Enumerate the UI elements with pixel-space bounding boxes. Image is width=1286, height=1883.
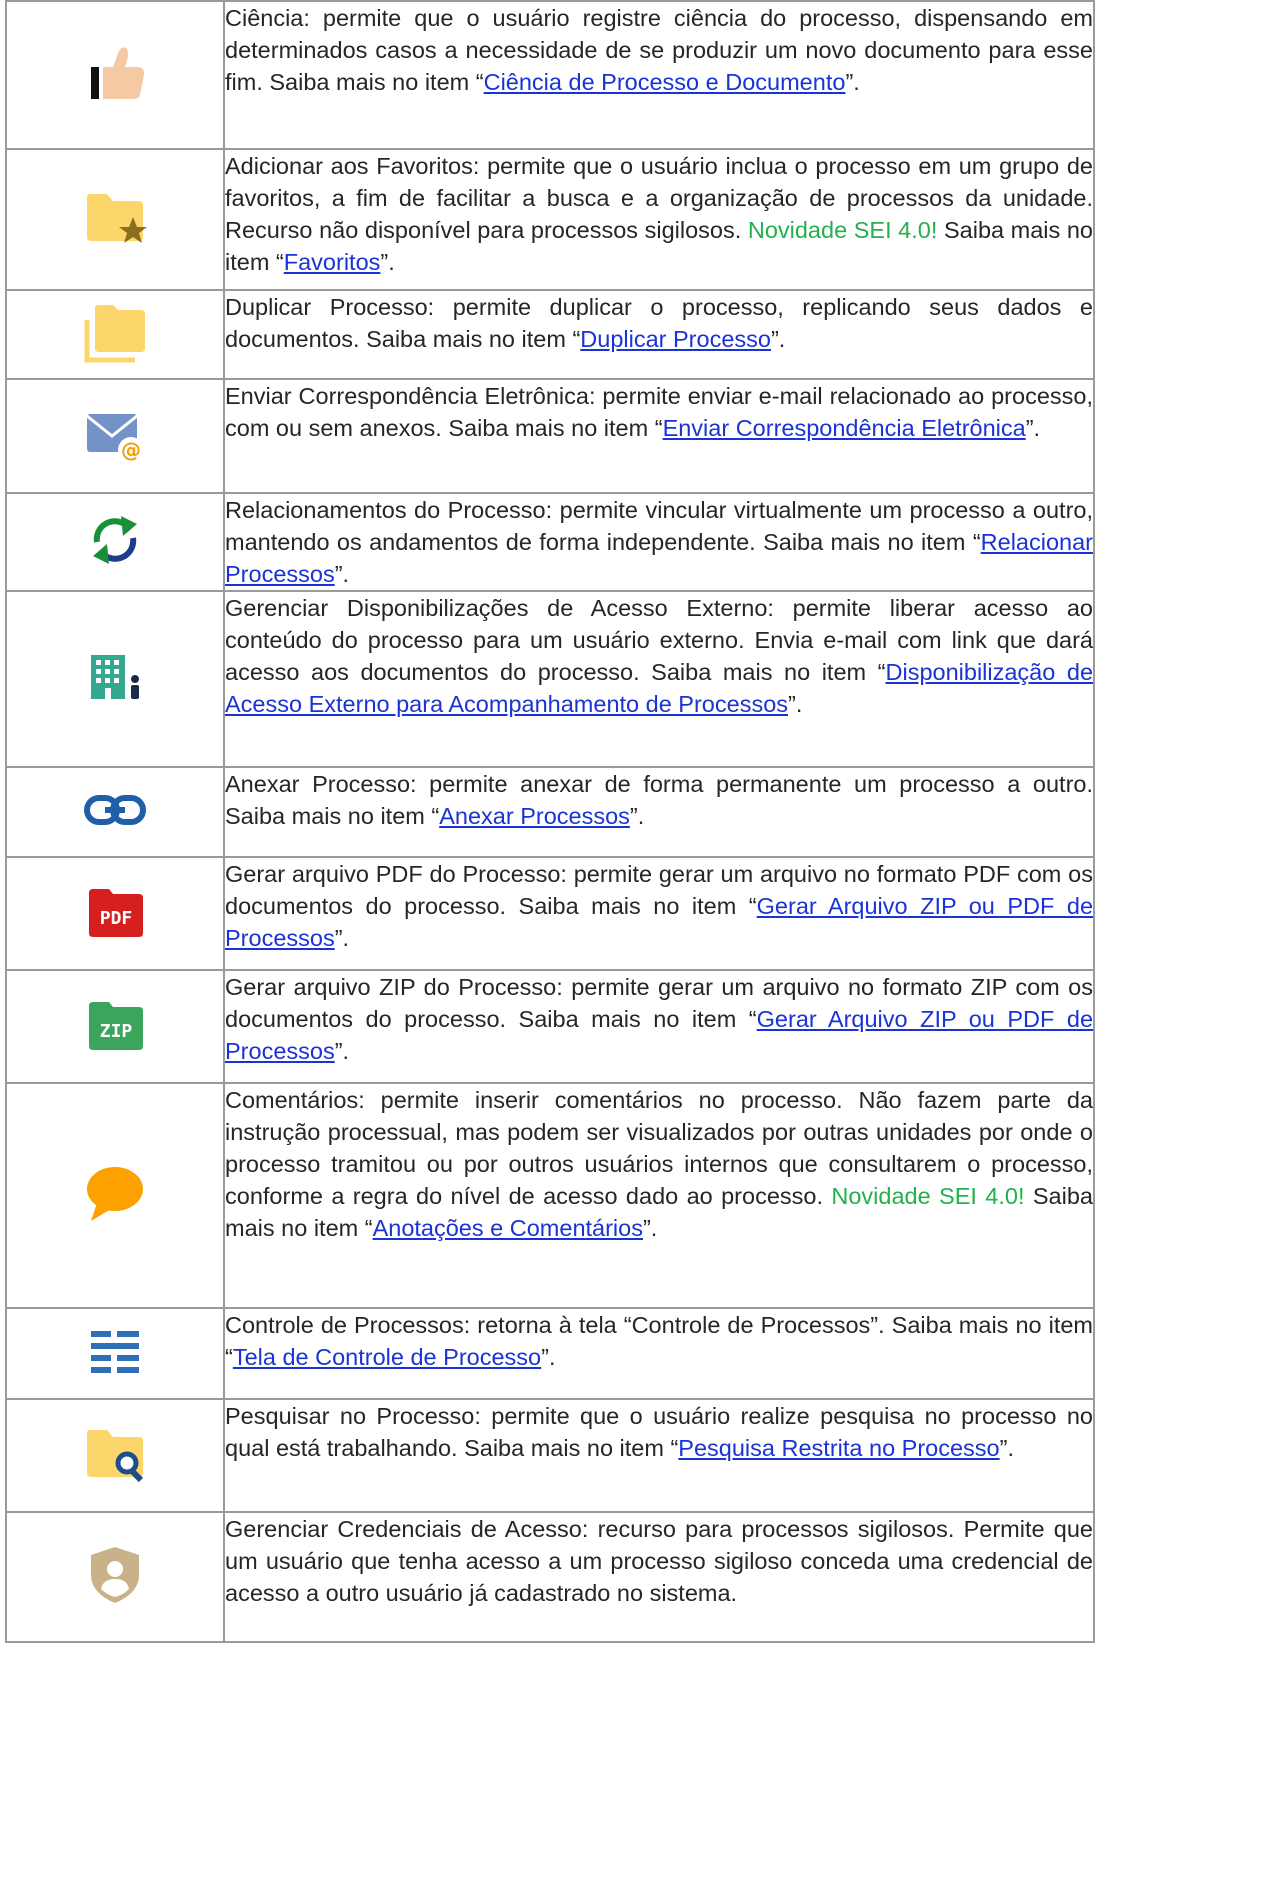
link-icon[interactable] [83,778,147,847]
description-text-end: ”. [845,69,860,95]
table-row: Relacionamentos do Processo: permite vin… [5,492,1095,592]
description-text-end: ”. [380,249,395,275]
building-person-icon[interactable] [83,645,147,714]
zip-file-label: ZIP [100,1021,133,1042]
table-row: Pesquisar no Processo: permite que o usu… [5,1398,1095,1513]
thumbs-up-icon[interactable] [83,41,147,110]
description-cell: Adicionar aos Favoritos: permite que o u… [223,148,1095,291]
folder-search-icon[interactable] [83,1421,147,1490]
description-text-end: ”. [629,803,645,829]
icon-cell: ZIP [5,969,225,1084]
table-row: Anexar Processo: permite anexar de forma… [5,766,1095,858]
list-lines-icon[interactable] [83,1319,147,1388]
zip-file-icon[interactable]: ZIP [83,992,147,1061]
description-cell: Anexar Processo: permite anexar de forma… [223,766,1095,858]
help-link[interactable]: Favoritos [284,249,381,275]
folder-star-icon[interactable] [83,185,147,254]
description-cell: Comentários: permite inserir comentários… [223,1082,1095,1309]
icon-cell [5,1511,225,1643]
table-row: ZIP Gerar arquivo ZIP do Processo: permi… [5,969,1095,1084]
description-text-end: ”. [334,1038,350,1064]
help-link[interactable]: Duplicar Processo [580,326,771,352]
icon-cell: @ [5,378,225,494]
description-text-end: ”. [1025,415,1041,441]
description-cell: Duplicar Processo: permite duplicar o pr… [223,289,1095,380]
description-text-end: ”. [541,1344,556,1370]
features-table: Ciência: permite que o usuário registre … [5,0,1095,1643]
description-cell: Gerenciar Credenciais de Acesso: recurso… [223,1511,1095,1643]
table-row: Gerenciar Disponibilizações de Acesso Ex… [5,590,1095,768]
description-cell: Gerar arquivo PDF do Processo: permite g… [223,856,1095,971]
help-link[interactable]: Enviar Correspondência Eletrônica [663,415,1026,441]
shield-user-icon[interactable] [83,1543,147,1612]
icon-cell [5,590,225,768]
new-feature-badge: Novidade SEI 4.0! [747,217,938,243]
table-row: Gerenciar Credenciais de Acesso: recurso… [5,1511,1095,1643]
icon-cell [5,0,225,150]
description-cell: Pesquisar no Processo: permite que o usu… [223,1398,1095,1513]
svg-text:@: @ [121,438,141,462]
description-cell: Relacionamentos do Processo: permite vin… [223,492,1095,592]
description-text-end: ”. [334,925,350,951]
pdf-file-icon[interactable]: PDF [83,879,147,948]
comment-bubble-icon[interactable] [83,1161,147,1230]
description-cell: Gerenciar Disponibilizações de Acesso Ex… [223,590,1095,768]
icon-cell [5,1307,225,1400]
icon-cell [5,148,225,291]
mail-at-icon[interactable]: @ [83,402,147,471]
help-link[interactable]: Pesquisa Restrita no Processo [678,1435,999,1461]
help-link[interactable]: Anotações e Comentários [373,1215,643,1241]
icon-cell [5,1082,225,1309]
duplicate-folder-icon[interactable] [83,300,147,369]
table-row: Adicionar aos Favoritos: permite que o u… [5,148,1095,291]
new-feature-badge: Novidade SEI 4.0! [831,1183,1025,1209]
icon-cell [5,492,225,592]
description-text: Gerenciar Credenciais de Acesso: recurso… [225,1516,1093,1606]
table-row: Controle de Processos: retorna à tela “C… [5,1307,1095,1400]
pdf-file-label: PDF [100,908,133,929]
table-row: @ Enviar Correspondência Eletrônica: per… [5,378,1095,494]
table-row: PDF Gerar arquivo PDF do Processo: permi… [5,856,1095,971]
table-row: Comentários: permite inserir comentários… [5,1082,1095,1309]
table-row: Duplicar Processo: permite duplicar o pr… [5,289,1095,380]
icon-cell [5,766,225,858]
description-text: Anexar Processo: permite anexar de forma… [225,771,1093,829]
icon-cell: PDF [5,856,225,971]
description-text: Relacionamentos do Processo: permite vin… [225,497,1093,555]
table-row: Ciência: permite que o usuário registre … [5,0,1095,150]
description-text-end: ”. [334,561,350,587]
description-text-end: ”. [770,326,786,352]
description-cell: Ciência: permite que o usuário registre … [223,0,1095,150]
description-text-end: ”. [642,1215,658,1241]
description-text-end: ”. [999,1435,1014,1461]
help-link[interactable]: Ciência de Processo e Documento [484,69,846,95]
icon-cell [5,1398,225,1513]
description-text-end: ”. [788,691,803,717]
description-cell: Enviar Correspondência Eletrônica: permi… [223,378,1095,494]
help-link[interactable]: Anexar Processos [439,803,630,829]
help-link[interactable]: Tela de Controle de Processo [233,1344,541,1370]
icon-cell [5,289,225,380]
description-cell: Gerar arquivo ZIP do Processo: permite g… [223,969,1095,1084]
description-cell: Controle de Processos: retorna à tela “C… [223,1307,1095,1400]
sync-arrows-icon[interactable] [83,508,147,577]
